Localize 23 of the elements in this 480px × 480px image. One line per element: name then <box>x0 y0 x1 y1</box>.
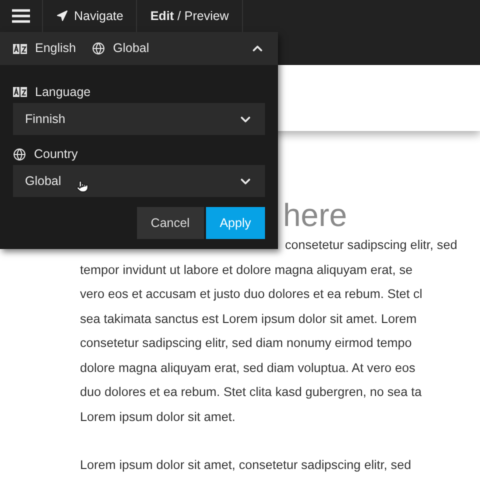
globe-icon <box>92 42 105 55</box>
body-text-line: duo dolores et ea rebum. Stet clita kasd gubergren, no sea ta <box>80 384 422 401</box>
page-heading: here <box>283 197 348 233</box>
body-text-line: consetetur sadipscing elitr, sed <box>285 237 458 254</box>
body-text-line: tempor invidunt ut labore et dolore magna aliquyam erat, se <box>80 262 413 279</box>
field-label: Country <box>34 146 78 163</box>
hand-cursor-icon <box>76 180 89 193</box>
dropdown-field[interactable]: Finnish <box>13 103 265 135</box>
body-text-line: consetetur sadipscing elitr, sed diam nonumy eirmod tempo <box>80 335 412 352</box>
body-text-line: sea takimata sanctus est Lorem ipsum dolor sit amet. Lorem <box>80 310 417 328</box>
body-text-line: vero eos et accusam et justo duo dolores et ea rebum. Stet cl <box>80 286 422 303</box>
locale-toggle[interactable]: English Global <box>0 32 278 65</box>
navigation-arrow-icon <box>56 10 68 22</box>
language-icon <box>13 44 27 54</box>
body-text-line: dolore magna aliquyam erat, sed diam voluptua. At vero eos <box>80 360 416 377</box>
language-icon <box>13 87 27 97</box>
cancel-button[interactable]: Cancel <box>136 207 204 239</box>
globe-icon <box>13 148 26 160</box>
field-label: Language <box>35 84 91 101</box>
body-text-line: Lorem ipsum dolor sit amet. <box>80 408 236 426</box>
menu-icon <box>12 9 30 23</box>
dropdown-field[interactable]: Global <box>13 165 265 197</box>
body-text-line: Lorem ipsum dolor sit amet, consetetur sadipscing elitr, sed <box>80 457 412 474</box>
